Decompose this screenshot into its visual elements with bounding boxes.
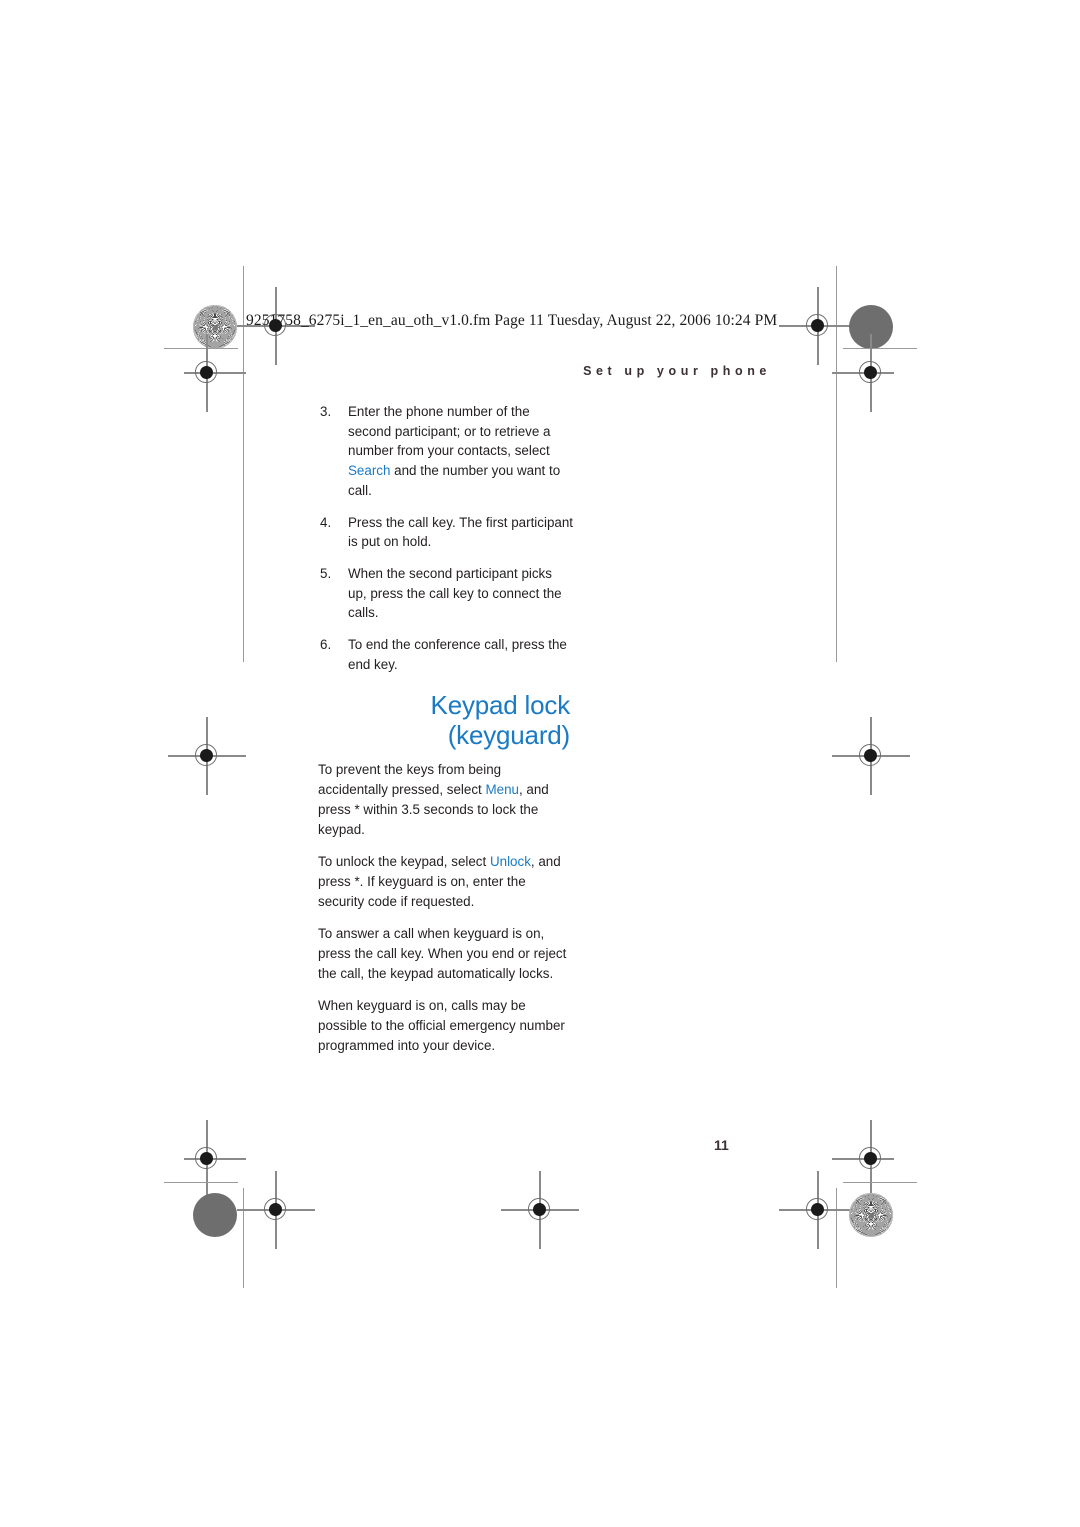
list-item-number: 6. — [320, 637, 332, 653]
paragraph: When keyguard is on, calls may be possib… — [318, 996, 574, 1055]
list-item-number: 3. — [320, 404, 332, 419]
registration-target-icon — [832, 334, 894, 412]
trim-line-horizontal-top-right — [843, 348, 917, 350]
paragraph-text-before: When keyguard is on, calls may be possib… — [318, 998, 565, 1053]
list-item-number: 5. — [320, 565, 332, 581]
paragraph-text-before: To unlock the keypad, select — [318, 854, 490, 870]
paragraph: To unlock the keypad, select Unlock, and… — [318, 852, 574, 911]
list-item: 3. Enter the phone number of the second p… — [318, 402, 574, 501]
paragraph-text-before: To answer a call when keyguard is on, pr… — [318, 926, 567, 981]
page-content: 3. Enter the phone number of the second p… — [318, 402, 574, 1069]
list-item: 4. Press the call key. The first particip… — [318, 513, 574, 552]
starburst-density-icon — [849, 1193, 893, 1237]
paragraph-text-before: To prevent the keys from being accidenta… — [318, 762, 502, 798]
ui-label-unlock[interactable]: Unlock — [490, 854, 531, 869]
running-head: Set up your phone — [583, 364, 771, 378]
list-item-text-before: Enter the phone number of the second par… — [348, 404, 551, 459]
registration-target-icon — [832, 717, 910, 795]
procedure-list: 3. Enter the phone number of the second p… — [318, 402, 574, 674]
registration-target-icon — [501, 1171, 579, 1249]
starburst-density-icon — [193, 305, 237, 349]
solid-density-patch-icon — [193, 1193, 237, 1237]
trim-line-vertical-bottom-left — [243, 1188, 245, 1288]
page-number: 11 — [714, 1137, 729, 1153]
paragraph: To prevent the keys from being accidenta… — [318, 760, 574, 839]
paragraph: To answer a call when keyguard is on, pr… — [318, 924, 574, 983]
registration-target-icon — [237, 1171, 315, 1249]
trim-line-horizontal-bottom-right — [843, 1182, 917, 1184]
file-stamp: 9251758_6275i_1_en_au_oth_v1.0.fm Page 1… — [246, 312, 778, 329]
list-item: 6. To end the conference call, press the … — [318, 635, 574, 674]
list-item-number: 4. — [320, 514, 332, 530]
registration-target-icon — [779, 1171, 857, 1249]
list-item-text-before: To end the conference call, press the en… — [348, 637, 567, 672]
list-item: 5. When the second participant picks up, … — [318, 564, 574, 623]
trim-line-horizontal-bottom-left — [164, 1182, 238, 1184]
trim-line-horizontal-top-left — [164, 348, 238, 350]
registration-target-icon — [184, 1120, 246, 1198]
list-item-text-before: When the second participant picks up, pr… — [348, 565, 562, 621]
ui-label-menu[interactable]: Menu — [485, 782, 519, 797]
registration-target-icon — [168, 717, 246, 795]
ui-label-search[interactable]: Search — [348, 463, 390, 478]
list-item-text-before: Press the call key. The first participan… — [348, 514, 574, 550]
registration-target-icon — [832, 1120, 894, 1198]
registration-target-icon — [779, 287, 857, 365]
section-heading: Keypad lock (keyguard) — [430, 690, 571, 751]
